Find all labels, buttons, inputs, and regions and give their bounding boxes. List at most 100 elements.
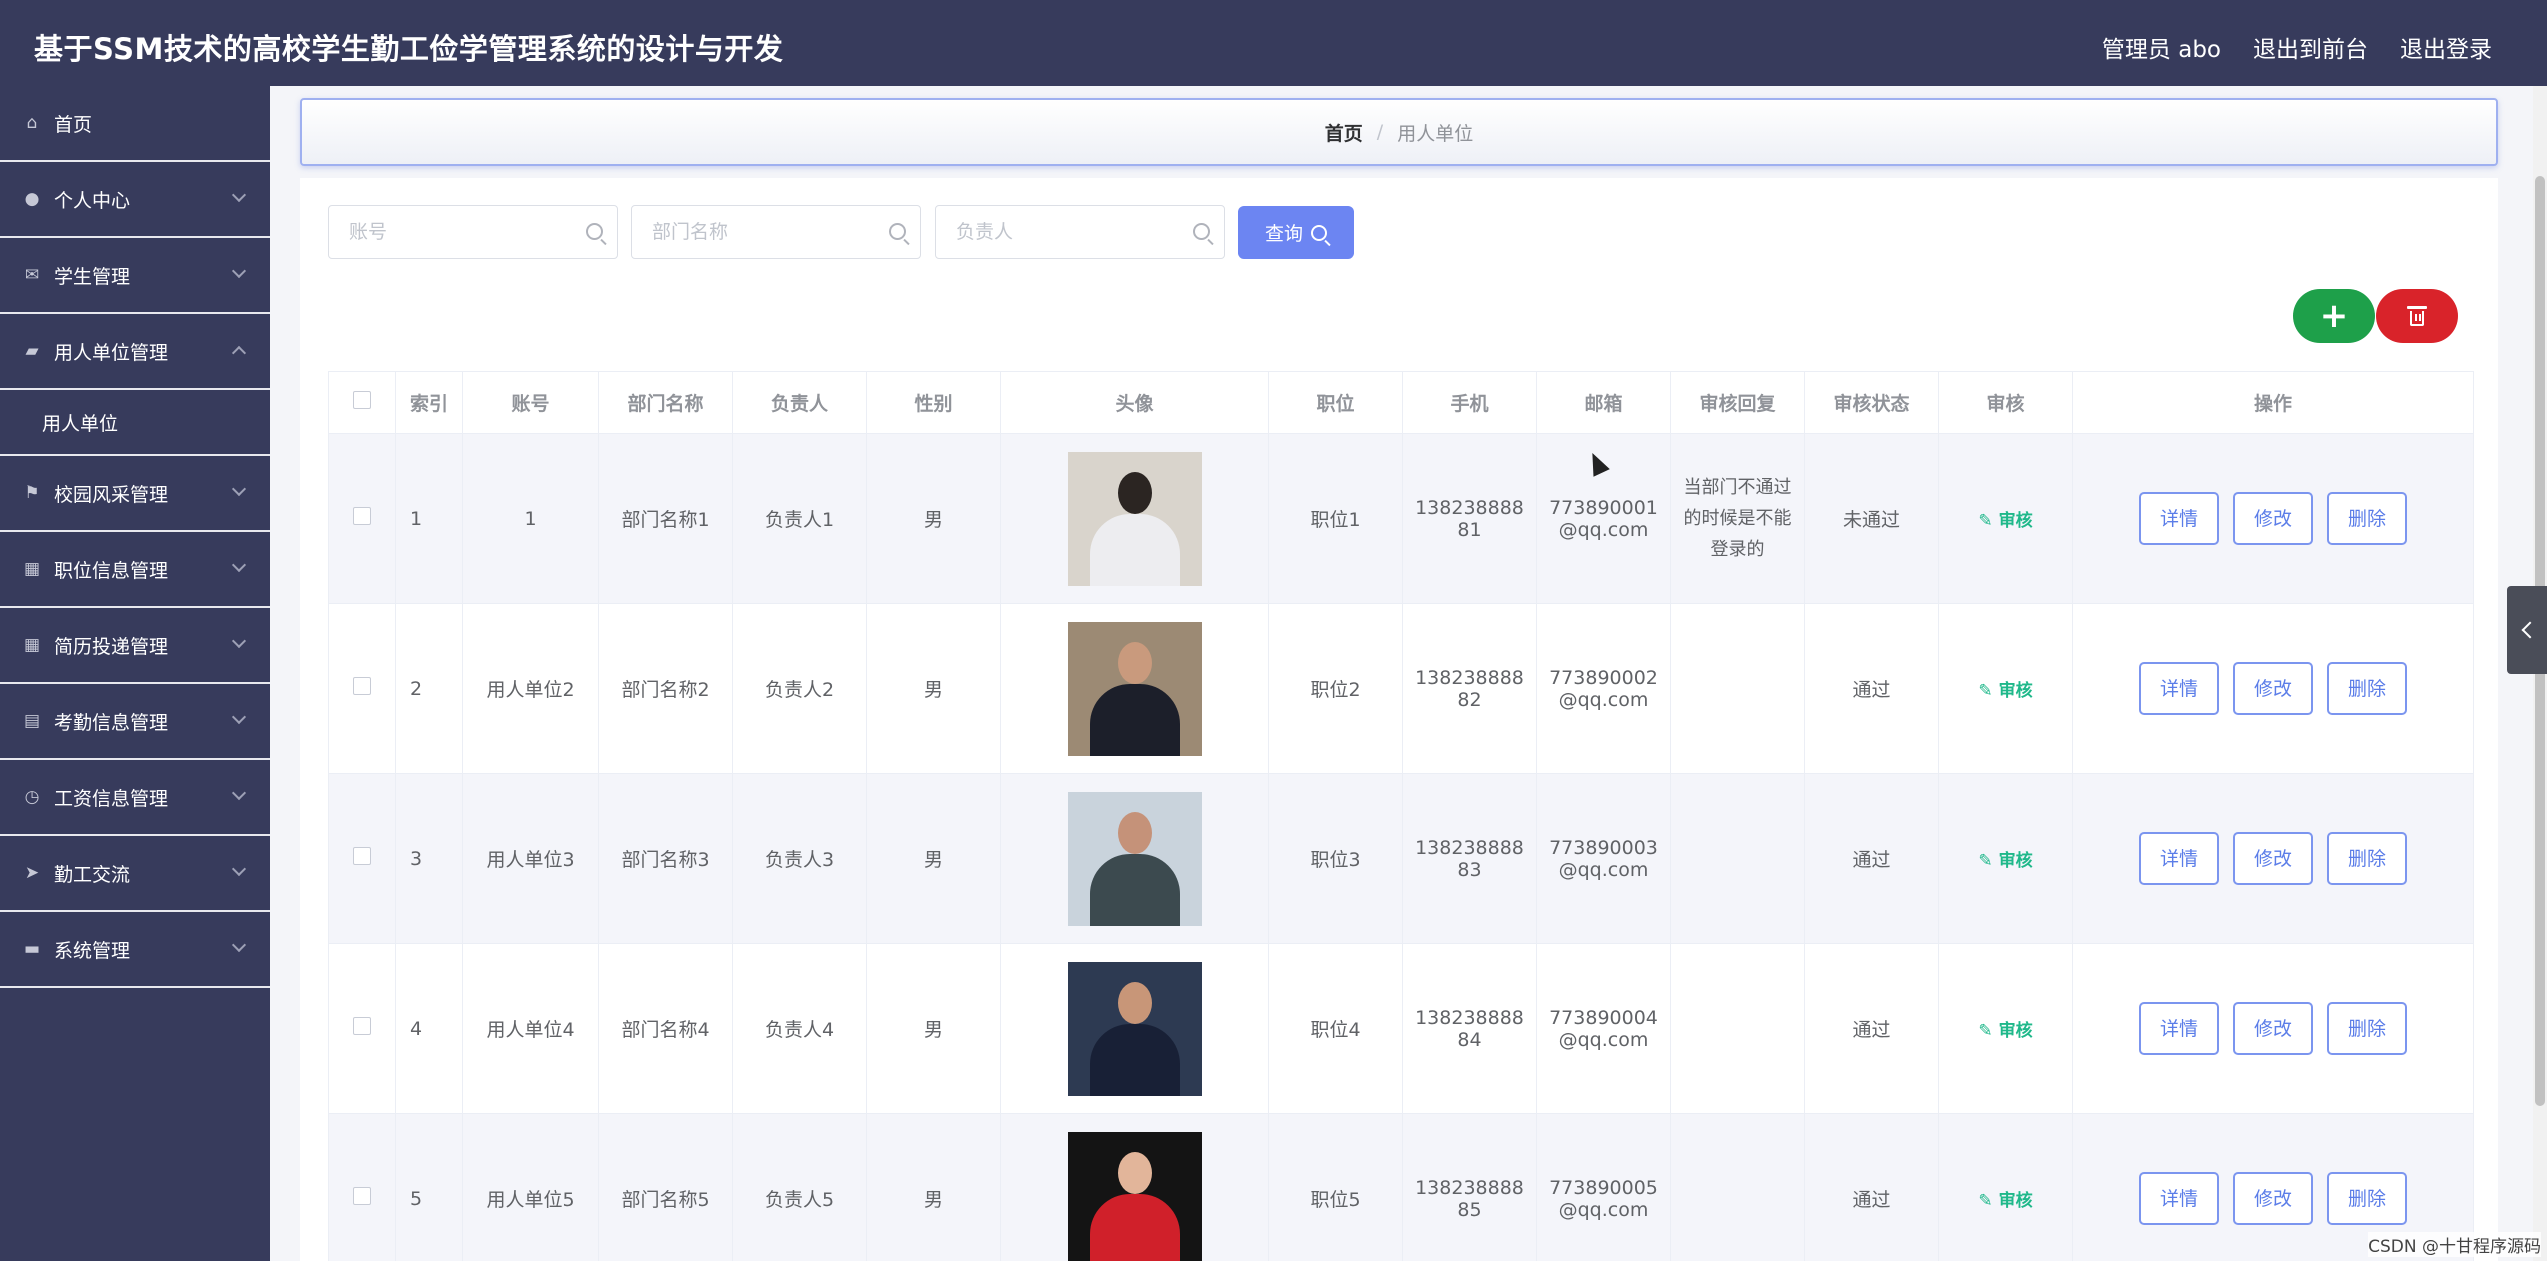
row-select-cell [328, 773, 396, 944]
audit-link[interactable]: ✎ 审核 [1978, 1021, 2032, 1041]
detail-button[interactable]: 详情 [2138, 1002, 2219, 1055]
chevron-up-icon [231, 345, 247, 361]
position-cell: 职位2 [1268, 603, 1403, 774]
reply-cell [1670, 773, 1805, 944]
collapse-panel-handle[interactable] [2507, 586, 2547, 674]
edit-button[interactable]: 修改 [2233, 1172, 2313, 1225]
sidebar-item-students[interactable]: ✉ 学生管理 [0, 238, 270, 314]
actions-cell: 详情 修改 删除 [2072, 943, 2474, 1114]
account-search-input[interactable] [349, 206, 579, 258]
grid-icon: ▦ [23, 559, 41, 579]
table-header-row: 索引 账号 部门名称 负责人 性别 头像 职位 手机 邮箱 审核回复 审核状态 … [328, 371, 2474, 434]
edit-button[interactable]: 修改 [2233, 1002, 2313, 1055]
sidebar-subitem-employer[interactable]: 用人单位 [0, 390, 270, 456]
home-icon: ⌂ [26, 113, 38, 133]
audit-link[interactable]: ✎ 审核 [1978, 851, 2032, 871]
sidebar-item-resumes[interactable]: ▦ 简历投递管理 [0, 608, 270, 684]
email-cell: 773890005 @qq.com [1536, 1113, 1671, 1261]
column-header: 审核 [1938, 371, 2073, 434]
audit-link[interactable]: ✎ 审核 [1978, 1191, 2032, 1211]
audit-link[interactable]: ✎ 审核 [1978, 511, 2032, 531]
table-row: 5 用人单位5 部门名称5 负责人5 男 职位5 138238888 85 773… [328, 1113, 2474, 1261]
logout-link[interactable]: 退出登录 [2400, 30, 2492, 64]
chevron-down-icon [231, 263, 247, 279]
column-header: 部门名称 [598, 371, 733, 434]
trash-icon [2407, 306, 2427, 326]
query-button-label: 查询 [1264, 223, 1303, 245]
account-cell: 用人单位2 [462, 603, 599, 774]
owner-cell: 负责人2 [732, 603, 867, 774]
delete-button[interactable]: 删除 [2327, 1172, 2408, 1225]
avatar-cell [1000, 943, 1269, 1114]
delete-button[interactable]: 删除 [2327, 662, 2408, 715]
owner-search-field[interactable] [935, 205, 1225, 259]
table-row: 4 用人单位4 部门名称4 负责人4 男 职位4 138238888 84 773… [328, 943, 2474, 1114]
avatar-cell [1000, 773, 1269, 944]
breadcrumb-home[interactable]: 首页 [1325, 119, 1363, 146]
sidebar-item-label: 个人中心 [54, 189, 131, 212]
app-title: 基于SSM技术的高校学生勤工俭学管理系统的设计与开发 [34, 32, 784, 66]
chat-icon: ▬ [23, 939, 41, 959]
column-header: 索引 [395, 371, 463, 434]
row-select-cell [328, 603, 396, 774]
search-icon [1193, 223, 1210, 240]
edit-button[interactable]: 修改 [2233, 662, 2313, 715]
sidebar-item-system[interactable]: ▬ 系统管理 [0, 912, 270, 988]
sidebar-item-jobs[interactable]: ▦ 职位信息管理 [0, 532, 270, 608]
user-icon: ● [24, 189, 40, 209]
row-select-cell [328, 1113, 396, 1261]
row-checkbox[interactable] [353, 1017, 371, 1035]
back-to-front-link[interactable]: 退出到前台 [2253, 30, 2368, 64]
dept-search-input[interactable] [652, 206, 882, 258]
sidebar-item-home[interactable]: ⌂ 首页 [0, 86, 270, 162]
add-button[interactable]: + [2293, 289, 2375, 343]
email-cell: 773890004 @qq.com [1536, 943, 1671, 1114]
detail-button[interactable]: 详情 [2138, 662, 2219, 715]
avatar [1067, 1131, 1202, 1261]
detail-button[interactable]: 详情 [2138, 832, 2219, 885]
sidebar-item-attendance[interactable]: ▤ 考勤信息管理 [0, 684, 270, 760]
phone-cell: 138238888 84 [1402, 943, 1537, 1114]
delete-button[interactable]: 删除 [2327, 832, 2408, 885]
delete-button[interactable]: 删除 [2327, 1002, 2408, 1055]
edit-button[interactable]: 修改 [2233, 832, 2313, 885]
row-checkbox[interactable] [353, 1187, 371, 1205]
owner-cell: 负责人1 [732, 433, 867, 604]
breadcrumb-separator: / [1376, 121, 1384, 143]
row-checkbox[interactable] [353, 507, 371, 525]
sidebar-item-label: 学生管理 [54, 265, 131, 288]
reply-cell: 当部门不通过的时候是不能登录的 [1670, 433, 1805, 604]
sidebar-item-label: 系统管理 [54, 939, 131, 962]
email-cell: 773890002 @qq.com [1536, 603, 1671, 774]
chevron-down-icon [231, 633, 247, 649]
position-cell: 职位3 [1268, 773, 1403, 944]
edit-button[interactable]: 修改 [2233, 492, 2313, 545]
search-icon [889, 223, 906, 240]
clock-icon: ◷ [24, 787, 40, 807]
dept-search-field[interactable] [631, 205, 921, 259]
detail-button[interactable]: 详情 [2138, 492, 2219, 545]
row-checkbox[interactable] [353, 677, 371, 695]
watermark: CSDN @十甘程序源码 [2368, 1232, 2541, 1257]
breadcrumb: 首页 / 用人单位 [300, 98, 2498, 166]
audit-link[interactable]: ✎ 审核 [1978, 681, 2032, 701]
sidebar-item-salary[interactable]: ◷ 工资信息管理 [0, 760, 270, 836]
query-button[interactable]: 查询 [1238, 206, 1354, 259]
account-search-field[interactable] [328, 205, 618, 259]
briefcase-icon: ▰ [25, 341, 39, 361]
position-cell: 职位1 [1268, 433, 1403, 604]
sidebar-item-employers[interactable]: ▰ 用人单位管理 [0, 314, 270, 390]
batch-delete-button[interactable] [2376, 289, 2458, 343]
table-body: 1 1 部门名称1 负责人1 男 职位1 138238888 81 7738900… [328, 433, 2474, 1261]
owner-search-input[interactable] [956, 206, 1186, 258]
row-checkbox[interactable] [353, 847, 371, 865]
detail-button[interactable]: 详情 [2138, 1172, 2219, 1225]
select-all-checkbox[interactable] [353, 391, 371, 409]
account-cell: 用人单位3 [462, 773, 599, 944]
gender-cell: 男 [866, 943, 1001, 1114]
sidebar-item-exchange[interactable]: ➤ 勤工交流 [0, 836, 270, 912]
sidebar-item-profile[interactable]: ● 个人中心 [0, 162, 270, 238]
actions-cell: 详情 修改 删除 [2072, 603, 2474, 774]
delete-button[interactable]: 删除 [2327, 492, 2408, 545]
sidebar-item-campus-style[interactable]: ⚑ 校园风采管理 [0, 456, 270, 532]
